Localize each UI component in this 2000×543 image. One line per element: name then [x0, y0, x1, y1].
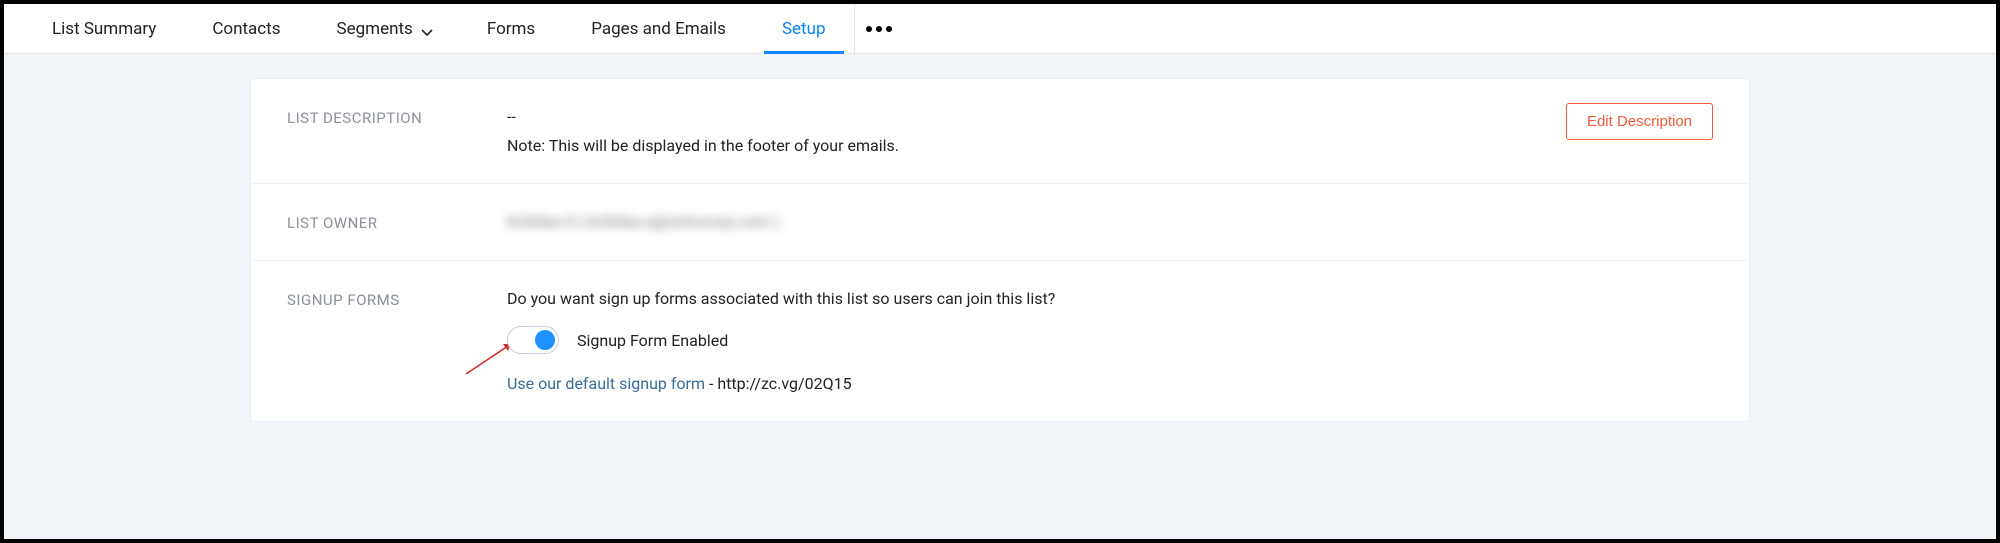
signup-form-toggle[interactable]	[507, 326, 559, 354]
tab-list-summary[interactable]: List Summary	[24, 4, 184, 54]
toggle-knob	[535, 330, 555, 350]
section-list-description: LIST DESCRIPTION -- Note: This will be d…	[251, 79, 1749, 184]
default-signup-form-link[interactable]: Use our default signup form	[507, 374, 705, 393]
more-tab-button[interactable]	[854, 4, 904, 54]
link-separator: -	[705, 374, 717, 393]
list-description-value: --	[507, 107, 1713, 126]
tab-pages-emails[interactable]: Pages and Emails	[563, 4, 754, 54]
signup-forms-heading: SIGNUP FORMS	[287, 289, 507, 393]
signup-question: Do you want sign up forms associated wit…	[507, 289, 1713, 308]
section-list-owner: LIST OWNER Krithika S ( krithika.s@zohoc…	[251, 184, 1749, 261]
list-owner-content: Krithika S ( krithika.s@zohocorp.com )	[507, 212, 1713, 232]
list-description-content: -- Note: This will be displayed in the f…	[507, 107, 1713, 155]
settings-panel: LIST DESCRIPTION -- Note: This will be d…	[250, 78, 1750, 422]
more-icon	[866, 26, 892, 32]
signup-toggle-row: Signup Form Enabled	[507, 326, 1713, 354]
signup-link-row: Use our default signup form - http://zc.…	[507, 374, 1713, 393]
list-description-note: Note: This will be displayed in the foot…	[507, 136, 1713, 155]
chevron-down-icon	[421, 24, 431, 34]
list-owner-heading: LIST OWNER	[287, 212, 507, 232]
tab-contacts[interactable]: Contacts	[184, 4, 308, 54]
list-owner-value: Krithika S ( krithika.s@zohocorp.com )	[507, 212, 779, 231]
tab-setup[interactable]: Setup	[754, 4, 854, 54]
signup-toggle-label: Signup Form Enabled	[577, 331, 728, 350]
tab-segments[interactable]: Segments	[309, 4, 459, 54]
tab-forms[interactable]: Forms	[459, 4, 563, 54]
section-signup-forms: SIGNUP FORMS Do you want sign up forms a…	[251, 261, 1749, 421]
content-area: LIST DESCRIPTION -- Note: This will be d…	[4, 54, 1996, 539]
signup-form-url: http://zc.vg/02Q15	[717, 374, 851, 393]
list-description-heading: LIST DESCRIPTION	[287, 107, 507, 155]
tab-segments-label: Segments	[337, 19, 413, 39]
edit-description-button[interactable]: Edit Description	[1566, 103, 1713, 140]
top-tabs: List Summary Contacts Segments Forms Pag…	[4, 4, 1996, 54]
signup-forms-content: Do you want sign up forms associated wit…	[507, 289, 1713, 393]
